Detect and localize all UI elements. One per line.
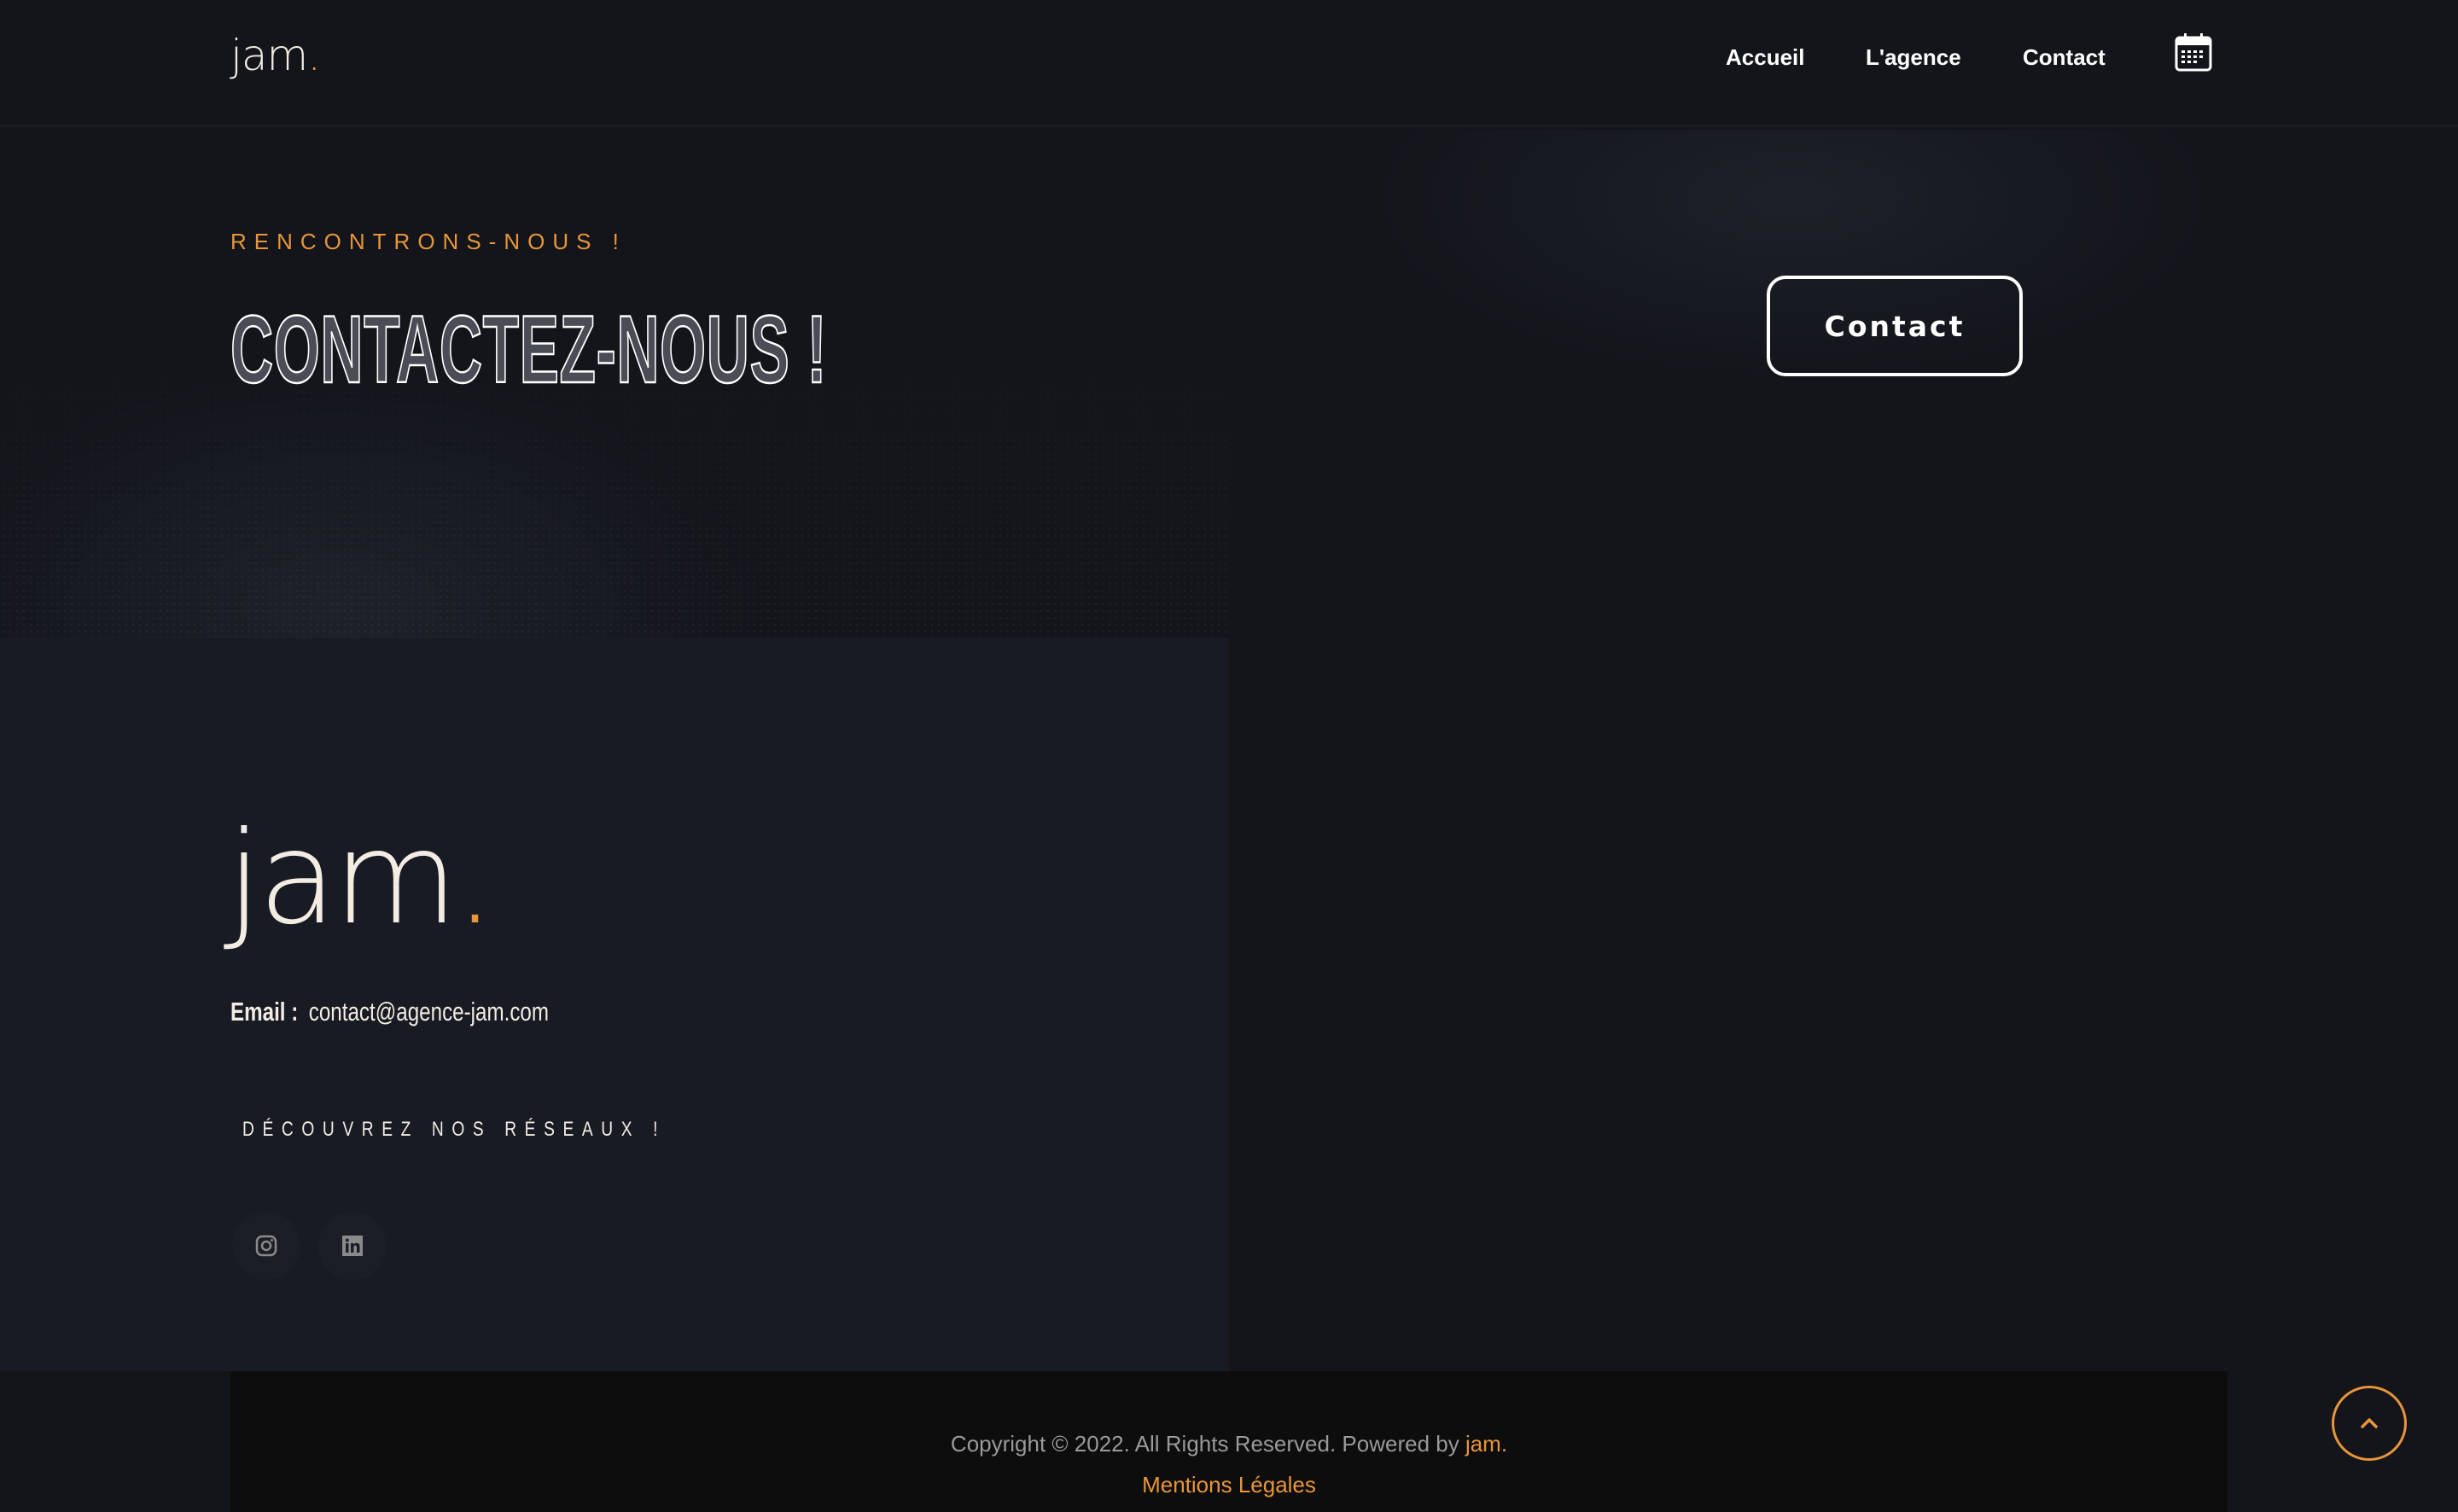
email-label: Email : [230,997,299,1026]
legal-link[interactable]: Mentions Légales [230,1472,2228,1498]
logo-dot: . [307,31,321,80]
site-header: jam. Accueil L'agence Contact [0,0,2458,127]
footer-logo-dot: . [454,805,496,953]
linkedin-button[interactable] [318,1212,387,1280]
email-line: Email : contact@agence-jam.com [230,997,549,1027]
email-link[interactable]: contact@agence-jam.com [309,997,549,1026]
nav-contact[interactable]: Contact [2023,44,2106,71]
nav-accueil[interactable]: Accueil [1726,44,1805,71]
hero-title: CONTACTEZ-NOUS ! [230,295,828,404]
scroll-top-button[interactable] [2332,1386,2407,1461]
footer-info-panel [0,638,1229,1371]
instagram-icon [255,1235,277,1257]
copyright: Copyright © 2022. All Rights Reserved. P… [230,1431,2228,1457]
logo[interactable]: jam. [230,31,321,80]
calendar-icon[interactable] [2175,32,2212,72]
contact-button[interactable]: Contact [1767,276,2023,376]
hero-kicker: RENCONTRONS-NOUS ! [230,229,626,254]
social-heading: DÉCOUVREZ NOS RÉSEAUX ! [242,1118,667,1141]
footer-bar: Copyright © 2022. All Rights Reserved. P… [230,1371,2228,1512]
footer-logo: jam. [226,815,495,943]
chevron-up-icon [2361,1418,2378,1428]
footer-logo-text: jam [226,805,458,953]
copyright-text: Copyright © 2022. All Rights Reserved. P… [950,1431,1465,1457]
nav-lagence[interactable]: L'agence [1866,44,1961,71]
instagram-button[interactable] [232,1212,300,1280]
powered-by-link[interactable]: jam. [1465,1431,1507,1457]
linkedin-icon [342,1236,363,1256]
logo-text: jam [230,31,308,80]
